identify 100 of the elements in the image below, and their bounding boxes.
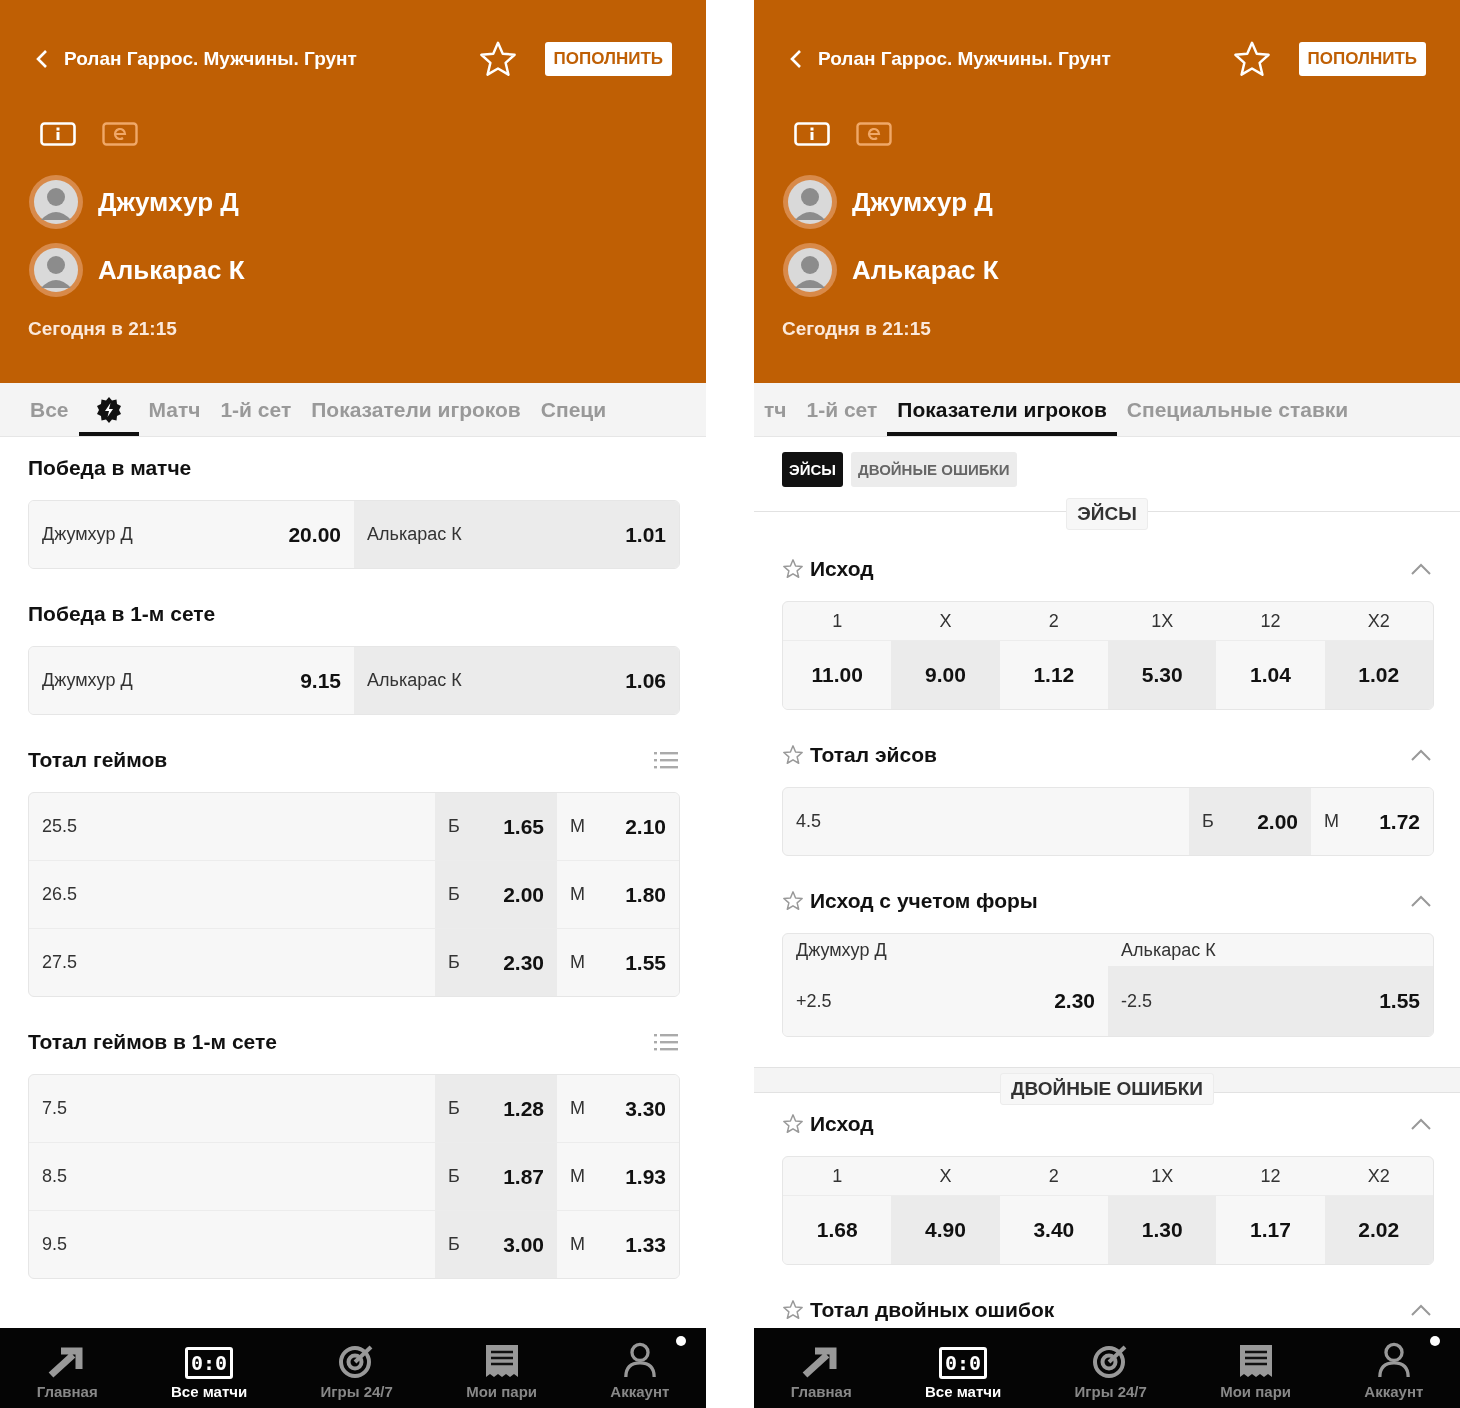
total-line: 7.5 [41,1097,69,1120]
player-name: Алькарас К [98,254,245,286]
player-avatar [782,242,838,298]
star-icon[interactable] [782,744,804,766]
over-odds-button[interactable]: Б 1.28 [435,1075,557,1142]
player-avatar [782,174,838,230]
nav-item[interactable]: Игры 24/7 [1066,1328,1155,1408]
star-icon[interactable] [782,890,804,912]
outcome-label: 1 [831,609,844,633]
total-line: 4.5 [795,810,823,833]
market-title: Тотал двойных ошибок [810,1298,1056,1322]
chevron-icon[interactable] [1410,748,1432,762]
odds-button[interactable]: 1.02 [1324,641,1433,709]
filter-chip[interactable]: ЭЙСЫ [782,452,843,487]
nav-item[interactable]: Аккаунт [1356,1328,1432,1408]
total-line: 9.5 [41,1233,69,1256]
player-name: Джумхур Д [98,186,239,218]
lightning-badge-icon [94,395,123,424]
section-label: ЭЙСЫ [1066,498,1148,530]
tablet-icon[interactable] [856,122,892,146]
nav-item[interactable]: 0:0 Все матчи [917,1328,1010,1408]
player-avatar [28,174,84,230]
market-title: Тотал геймов [28,748,169,772]
outcome-label: 1X [1150,609,1175,633]
outcome-label: 2 [1047,609,1060,633]
outcome-label: X [938,1164,953,1188]
odds-button[interactable]: Алькарас К 1.01 [354,501,679,568]
chevron-icon[interactable] [1410,1117,1432,1131]
nav-item[interactable]: Главная [782,1328,860,1408]
outcome-label: 1X [1150,1164,1175,1188]
market-title: Тотал эйсов [810,743,938,767]
total-line: 8.5 [41,1165,69,1188]
odds-button[interactable]: 5.30 [1108,641,1217,709]
player-avatar [28,242,84,298]
outcome-label: 12 [1259,1164,1282,1188]
user-icon [1376,1341,1411,1379]
nav-item[interactable]: Игры 24/7 [312,1328,401,1408]
over-odds-button[interactable]: Б 2.00 [435,861,557,928]
match-time: Сегодня в 21:15 [28,318,178,340]
tournament-title: Ролан Гаррос. Мужчины. Грунт [818,48,1112,70]
nav-item[interactable]: Аккаунт [602,1328,678,1408]
player-label: Алькарас К [1120,938,1217,962]
market-title: Исход [810,1112,875,1136]
list-icon[interactable] [654,1032,678,1052]
market-title: Победа в матче [28,456,193,480]
back-icon[interactable] [790,49,802,69]
deposit-button[interactable]: ПОПОЛНИТЬ [1298,42,1426,76]
match-time: Сегодня в 21:15 [782,318,932,340]
odds-button[interactable]: 1.30 [1108,1196,1217,1264]
receipt-icon [1237,1343,1274,1379]
info-icon[interactable] [40,122,76,146]
player-name: Джумхур Д [852,186,993,218]
odds-button[interactable]: 4.90 [891,1196,1000,1264]
filter-chip[interactable]: ДВОЙНЫЕ ОШИБКИ [851,452,1017,487]
over-odds-button[interactable]: Б 2.00 [1189,788,1311,855]
outcome-label: X2 [1366,609,1391,633]
outcome-label: 2 [1047,1164,1060,1188]
nav-item[interactable]: Мои пари [458,1328,546,1408]
total-line: 26.5 [41,883,79,906]
player-label: Джумхур Д [795,938,888,962]
star-icon[interactable] [782,1299,804,1321]
outcome-label: 12 [1259,609,1282,633]
deposit-button[interactable]: ПОПОЛНИТЬ [544,42,672,76]
over-odds-button[interactable]: Б 1.87 [435,1143,557,1210]
tournament-title: Ролан Гаррос. Мужчины. Грунт [64,48,358,70]
market-title: Исход с учетом форы [810,889,1039,913]
player-name: Алькарас К [852,254,999,286]
odds-button[interactable]: 2.02 [1324,1196,1433,1264]
over-odds-button[interactable]: Б 1.65 [435,793,557,860]
market-title: Победа в 1-м сете [28,602,217,626]
total-line: 25.5 [41,815,79,838]
chevron-icon[interactable] [1410,894,1432,908]
favorite-star-icon[interactable] [478,40,517,78]
odds-button[interactable]: 9.00 [891,641,1000,709]
outcome-label: 1 [831,1164,844,1188]
over-odds-button[interactable]: Б 2.30 [435,929,557,996]
list-icon[interactable] [654,750,678,770]
total-line: 27.5 [41,951,79,974]
chevron-icon[interactable] [1410,1303,1432,1317]
nav-item[interactable]: Главная [28,1328,106,1408]
outcome-label: X2 [1366,1164,1391,1188]
star-icon[interactable] [782,558,804,580]
back-icon[interactable] [36,49,48,69]
chevron-icon[interactable] [1410,562,1432,576]
market-title: Тотал геймов в 1-м сете [28,1030,278,1054]
odds-button[interactable]: Алькарас К 1.06 [354,647,679,714]
tab[interactable]: Показатели игроков [887,383,1117,436]
section-label: ДВОЙНЫЕ ОШИБКИ [1000,1073,1214,1105]
tablet-icon[interactable] [102,122,138,146]
outcome-label: X [938,609,953,633]
market-title: Исход [810,557,875,581]
favorite-star-icon[interactable] [1232,40,1271,78]
star-icon[interactable] [782,1113,804,1135]
receipt-icon [483,1343,520,1379]
over-odds-button[interactable]: Б 3.00 [435,1211,557,1278]
info-icon[interactable] [794,122,830,146]
odds-button[interactable]: -2.5 1.55 [1108,966,1433,1036]
nav-item[interactable]: Мои пари [1212,1328,1300,1408]
user-icon [622,1341,657,1379]
nav-item[interactable]: 0:0 Все матчи [163,1328,256,1408]
